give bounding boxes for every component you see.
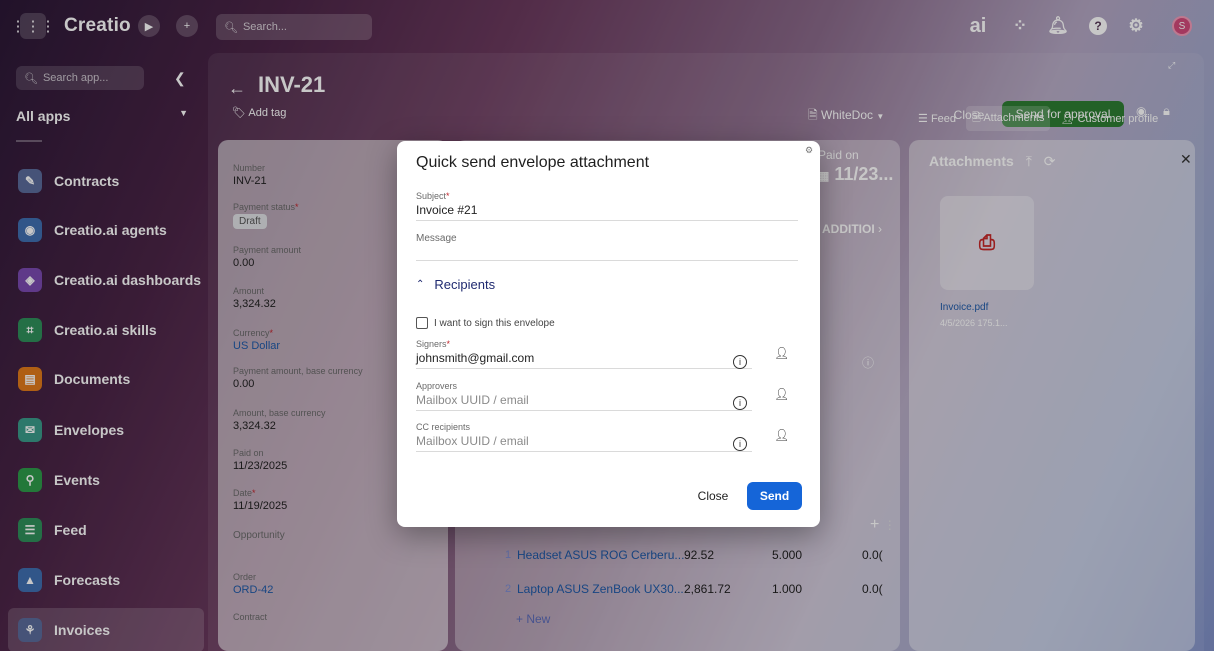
cc-label: CC recipients (416, 422, 471, 432)
signers-value: johnsmith@gmail.com (416, 351, 535, 365)
signers-field[interactable]: Signers* johnsmith@gmail.com (416, 339, 752, 369)
person-lookup-icon[interactable]: 👤︎ (774, 428, 789, 442)
cc-recipients-field[interactable]: CC recipients Mailbox UUID / email (416, 422, 752, 452)
info-icon[interactable]: i (733, 396, 747, 410)
person-lookup-icon[interactable]: 👤︎ (774, 387, 789, 401)
subject-value: Invoice #21 (416, 203, 478, 217)
sign-envelope-label: I want to sign this envelope (434, 317, 555, 329)
dialog-close-button[interactable]: Close (686, 484, 740, 508)
checkbox-box[interactable] (416, 317, 428, 329)
info-icon[interactable]: i (733, 437, 747, 451)
dialog-send-button[interactable]: Send (747, 482, 802, 510)
person-lookup-icon[interactable]: 👤︎ (774, 346, 789, 360)
info-icon[interactable]: i (733, 355, 747, 369)
subject-label: Subject (416, 191, 447, 201)
approvers-placeholder: Mailbox UUID / email (416, 393, 529, 407)
sign-envelope-checkbox[interactable]: I want to sign this envelope (416, 317, 555, 329)
message-label: Message (416, 233, 457, 244)
recipients-label: Recipients (434, 277, 496, 292)
dialog-title: Quick send envelope attachment (416, 154, 650, 171)
message-field[interactable]: Message (416, 233, 798, 261)
chevron-up-icon: ⌃ (416, 279, 425, 290)
approvers-field[interactable]: Approvers Mailbox UUID / email (416, 381, 752, 411)
signers-label: Signers (416, 339, 447, 349)
recipients-section-toggle[interactable]: ⌃ Recipients (416, 277, 495, 292)
approvers-label: Approvers (416, 381, 458, 391)
cc-placeholder: Mailbox UUID / email (416, 434, 529, 448)
subject-field[interactable]: Subject* Invoice #21 (416, 191, 798, 221)
dialog-settings-icon[interactable]: ⚙ (805, 145, 813, 156)
